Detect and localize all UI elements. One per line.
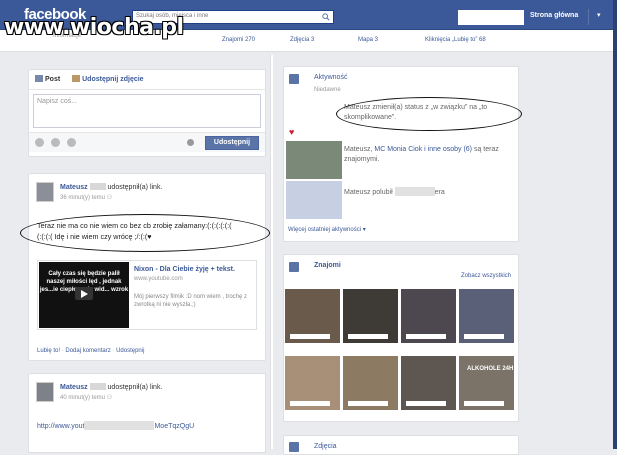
composer-footer: Udostępnij [29,132,265,152]
stat-map[interactable]: Mapa 3 [358,37,378,43]
friend-photo[interactable] [343,356,398,410]
audience-icon: ⚇ [106,395,113,401]
stat-likes[interactable]: Kliknięcia „Lubię to” 68 [425,37,486,43]
shared-link-card[interactable]: Cały czas się będzie palił naszej miłośc… [37,260,257,330]
watermark: www.wiocha.pl [4,15,184,40]
share-button[interactable]: Udostępnij [205,136,259,150]
friend-photo[interactable] [459,289,514,343]
feed-post: Mateusz udostępnił(a) link. 36 minut(y) … [20,173,270,361]
post-action-text: udostępnił(a) link. [107,184,163,191]
home-link[interactable]: Strona główna [530,12,578,19]
video-thumbnail[interactable]: Cały czas się będzie palił naszej miłośc… [39,262,129,328]
url-end: MoeTqzQgU [154,423,195,430]
activity-text: era [434,189,445,196]
activity-item-like[interactable]: Mateusz polubił era [344,187,514,198]
link-url: www.youtube.com [134,276,183,282]
nav-divider [588,9,589,25]
photo-icon [72,75,81,82]
hand-drawn-oval [336,97,522,131]
activity-text: Mateusz, [344,146,375,153]
friends-title[interactable]: Znajomi [314,262,341,269]
photo-sign-text: ALKOHOLE 24H [467,366,514,372]
post-author-link[interactable]: Mateusz [60,384,88,391]
feed-post: Mateusz udostępnił(a) link. 40 minut(y) … [28,373,266,453]
share-link[interactable]: Udostępnij [116,348,144,354]
post-time-text: 40 minut(y) temu [60,395,106,401]
activity-subtitle: Niedawne [314,87,341,93]
blurred-surname [89,183,106,190]
post-action-text: udostępnił(a) link. [107,384,163,391]
stat-photos[interactable]: Zdjęcia 3 [290,37,314,43]
post-icon [35,75,43,82]
right-edge-strip [613,0,617,449]
friend-photo[interactable] [343,289,398,343]
comment-link[interactable]: Dodaj komentarz [65,348,110,354]
post-header: Mateusz udostępnił(a) link. [60,383,162,391]
timeline-divider [270,55,273,449]
blurred-url-part [84,421,155,430]
recent-activity-box: Aktywność Niedawne Mateusz zmienił(a) st… [283,66,522,242]
avatar[interactable] [36,382,54,402]
post-actions: Lubię to! · Dodaj komentarz · Udostępnij [37,348,145,354]
link-title[interactable]: Nixon - Dla Ciebie żyję + tekst. [134,266,235,273]
post-header: Mateusz udostępnił(a) link. [60,183,162,191]
composer-placeholder: Napisz coś... [37,98,78,105]
tag-people-icon[interactable] [35,138,44,147]
activity-icon [289,74,299,84]
tab-photo-label: Udostępnij zdjęcie [82,76,144,83]
friend-photo[interactable] [285,356,340,410]
composer-input[interactable]: Napisz coś... [33,94,261,128]
photos-icon [289,442,299,452]
activity-title[interactable]: Aktywność [314,74,347,81]
post-author-link[interactable]: Mateusz [60,184,88,191]
activity-text: Mateusz polubił [344,189,393,196]
blurred-profile-name[interactable] [458,10,524,25]
friend-photo[interactable]: ALKOHOLE 24H [459,356,514,410]
more-activity-label: Więcej ostatniej aktywności [288,227,362,233]
friend-photo[interactable] [401,356,456,410]
friend-photo-thumbnail[interactable] [286,141,342,179]
play-icon[interactable] [75,287,93,300]
chevron-down-icon: ▾ [362,227,366,233]
status-composer: Post Udostępnij zdjęcie Napisz coś... Ud… [28,69,266,157]
time-icon[interactable] [67,138,76,147]
heart-icon: ♥ [289,127,295,137]
search-icon[interactable] [322,13,330,21]
tab-post-label: Post [45,76,61,83]
stat-friends[interactable]: Znajomi 270 [222,37,255,43]
page-thumbnail[interactable] [286,181,342,219]
link-description: Mój pierwszy filmik :D nom wiem , trochę… [134,294,248,308]
more-activity-link[interactable]: Więcej ostatniej aktywności ▾ [288,226,366,233]
tab-post[interactable]: Post [35,75,60,83]
account-menu-caret-icon[interactable]: ▾ [597,11,601,19]
friend-photo[interactable] [401,289,456,343]
photos-box: Zdjęcia [283,435,519,455]
activity-friends-link[interactable]: MC Monia Ciok i inne osoby (6) [374,146,472,153]
like-link[interactable]: Lubię to! [37,348,60,354]
activity-item-friends[interactable]: Mateusz, MC Monia Ciok i inne osoby (6) … [344,145,514,165]
url-start: http://www.yout [37,423,85,430]
settings-gear-icon[interactable] [187,139,194,146]
post-timestamp[interactable]: 40 minut(y) temu ⚇ [60,394,112,401]
tab-share-photo[interactable]: Udostępnij zdjęcie [72,75,144,83]
avatar[interactable] [36,182,54,202]
hand-drawn-oval [20,214,270,252]
shared-url[interactable]: http://www.yout MoeTqzQgU [37,421,194,430]
friends-box: Znajomi Zobacz wszystkich ALKOHOLE 24H [283,254,519,422]
location-icon[interactable] [51,138,60,147]
blurred-surname [89,383,106,390]
post-timestamp[interactable]: 36 minut(y) temu ⚇ [60,194,112,201]
friends-icon [289,262,299,272]
see-all-friends-link[interactable]: Zobacz wszystkich [461,273,511,279]
friend-photo[interactable] [285,289,340,343]
audience-icon: ⚇ [106,195,113,201]
post-time-text: 36 minut(y) temu [60,195,106,201]
blurred-page-name [394,187,435,196]
composer-tabs: Post Udostępnij zdjęcie [29,70,265,90]
